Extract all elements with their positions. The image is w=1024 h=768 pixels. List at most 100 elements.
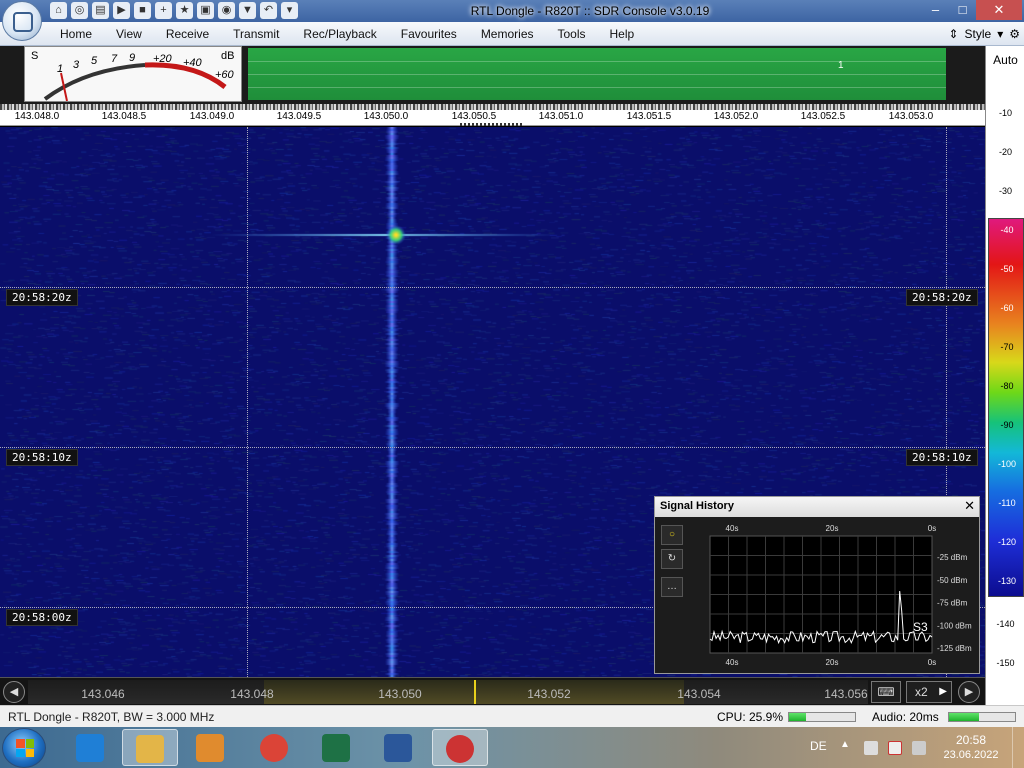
ruler-label: 143.049.5 xyxy=(276,111,322,122)
frequency-ruler[interactable]: 143.048.0 143.048.5 143.049.0 143.049.5 … xyxy=(0,104,985,126)
menu-home[interactable]: Home xyxy=(48,22,104,46)
timestamp-right: 20:58:20z xyxy=(906,289,978,306)
navigator-label: 143.054 xyxy=(677,687,721,701)
scroll-left-button[interactable]: ◀ xyxy=(3,681,25,703)
start-button[interactable] xyxy=(2,728,46,768)
taskbar-word[interactable] xyxy=(370,729,426,766)
signal-history-panel[interactable]: Signal History ✕ ○ ↻ … 40s 40s 20s 20s 0s 0s -… xyxy=(654,496,980,674)
menu-transmit[interactable]: Transmit xyxy=(221,22,291,46)
s-meter-db-label: dB xyxy=(221,50,235,62)
audio-latency-label: Audio: 20ms xyxy=(872,710,939,724)
minimize-button[interactable]: – xyxy=(922,0,949,20)
radio-status: RTL Dongle - R820T, BW = 3.000 MHz xyxy=(8,710,215,724)
scroll-right-button[interactable]: ▶ xyxy=(958,681,980,703)
show-desktop-button[interactable] xyxy=(1012,727,1024,768)
vfo-marker[interactable]: 1 xyxy=(838,60,844,71)
spectrum-display[interactable]: 1 xyxy=(248,48,946,100)
menu-memories[interactable]: Memories xyxy=(469,22,546,46)
device-icon[interactable] xyxy=(864,741,878,755)
dbm-axis-label: -25 dBm xyxy=(937,553,968,562)
navigator-label: 143.046 xyxy=(81,687,125,701)
taskbar-media-player[interactable] xyxy=(182,729,238,766)
s-meter-scale-label: 1 xyxy=(57,63,64,75)
time-axis-label-top: 20s xyxy=(826,524,839,533)
ruler-label: 143.052.5 xyxy=(800,111,846,122)
zoom-dropdown[interactable]: x2 ▶ xyxy=(906,681,952,703)
word-icon xyxy=(384,733,412,762)
show-hidden-icons-icon[interactable]: ▲ xyxy=(840,739,850,750)
db-label: -70 xyxy=(1000,342,1014,352)
zoom-value: x2 xyxy=(915,685,928,699)
menu-tools[interactable]: Tools xyxy=(546,22,598,46)
system-tray: DE ▲ 20:58 23.06.2022 xyxy=(804,727,1024,768)
help-lifebuoy-icon[interactable]: ◎ xyxy=(71,2,88,19)
app-logo-icon xyxy=(13,12,33,32)
camera-icon[interactable]: ◉ xyxy=(218,2,235,19)
close-button[interactable]: ✕ xyxy=(976,0,1022,20)
star-icon[interactable]: ★ xyxy=(176,2,193,19)
quick-access-toolbar: ⌂ ◎ ▤ ▶ ■ + ★ ▣ ◉ ▼ ↶ ▾ xyxy=(50,2,298,19)
menu-receive[interactable]: Receive xyxy=(154,22,221,46)
menu-help[interactable]: Help xyxy=(598,22,647,46)
style-menu[interactable]: ⇕ Style ▾ ⚙ xyxy=(948,22,1020,46)
add-icon[interactable]: + xyxy=(155,2,172,19)
menu-favourites[interactable]: Favourites xyxy=(389,22,469,46)
taskbar-excel[interactable] xyxy=(308,729,364,766)
lock-icon[interactable]: ▣ xyxy=(197,2,214,19)
menu-view[interactable]: View xyxy=(104,22,154,46)
db-label: -30 xyxy=(998,186,1012,196)
application-menu-button[interactable] xyxy=(2,1,42,41)
taskbar-sdr-console[interactable] xyxy=(432,729,488,766)
s-meter-scale-label: +40 xyxy=(183,57,202,69)
db-label: -90 xyxy=(1000,420,1014,430)
auto-button[interactable]: Auto xyxy=(986,50,1024,70)
timestamp-left: 20:58:20z xyxy=(6,289,78,306)
ribbon-minimize-icon[interactable]: ⇕ xyxy=(948,22,958,46)
title-bar: ⌂ ◎ ▤ ▶ ■ + ★ ▣ ◉ ▼ ↶ ▾ RTL Dongle - R820T :: SDR C… xyxy=(0,0,1024,22)
stop-icon[interactable]: ■ xyxy=(134,2,151,19)
s-meter-scale-label: 3 xyxy=(73,59,80,71)
signal-history-titlebar[interactable]: Signal History ✕ xyxy=(655,497,979,517)
db-label: -150 xyxy=(996,658,1015,668)
navigator-track[interactable]: 143.046 143.048 143.050 143.052 143.054 … xyxy=(28,680,868,704)
cpu-usage-label: CPU: 25.9% xyxy=(717,710,784,724)
customize-icon[interactable]: ▾ xyxy=(281,2,298,19)
folder-icon[interactable]: ▤ xyxy=(92,2,109,19)
undo-icon[interactable]: ↶ xyxy=(260,2,277,19)
menu-items: Home View Receive Transmit Rec/Playback … xyxy=(48,22,646,46)
clock-time[interactable]: 20:58 xyxy=(946,733,996,747)
filter-edge-left[interactable] xyxy=(247,127,248,677)
keyboard-button[interactable]: ⌨ xyxy=(871,681,901,703)
s-meter: S dB 1 3 5 7 9 +20 +40 +60 xyxy=(24,46,242,102)
band-navigator: ◀ 143.046 143.048 143.050 143.052 143.05… xyxy=(0,677,985,705)
maximize-button[interactable]: □ xyxy=(949,0,976,20)
s-meter-scale-label: +60 xyxy=(215,69,234,81)
internet-explorer-icon xyxy=(76,733,104,762)
close-icon[interactable]: ✕ xyxy=(964,498,975,514)
gear-icon[interactable]: ⚙ xyxy=(1009,22,1020,46)
tuner-marker[interactable] xyxy=(474,680,476,704)
db-label: -40 xyxy=(1000,225,1014,235)
navigator-label: 143.048 xyxy=(230,687,274,701)
taskbar-chrome[interactable] xyxy=(246,729,302,766)
db-label: -10 xyxy=(998,108,1012,118)
time-axis-label-bottom: 20s xyxy=(826,658,839,667)
waterfall-color-bar[interactable]: -40 -50 -60 -70 -80 -90 -100 -110 -120 -… xyxy=(988,218,1024,597)
clock-date[interactable]: 23.06.2022 xyxy=(940,749,1002,761)
timestamp-left: 20:58:10z xyxy=(6,449,78,466)
ruler-drag-handle[interactable] xyxy=(460,123,522,126)
volume-icon[interactable] xyxy=(912,741,926,755)
home-icon[interactable]: ⌂ xyxy=(50,2,67,19)
menu-rec-playback[interactable]: Rec/Playback xyxy=(291,22,388,46)
ruler-label: 143.053.0 xyxy=(888,111,934,122)
db-label: -80 xyxy=(1000,381,1014,391)
style-label: Style xyxy=(964,27,992,41)
drop-icon[interactable]: ▼ xyxy=(239,2,256,19)
play-icon[interactable]: ▶ xyxy=(113,2,130,19)
language-indicator[interactable]: DE xyxy=(810,739,827,753)
taskbar-internet-explorer[interactable] xyxy=(62,729,118,766)
taskbar-file-explorer[interactable] xyxy=(122,729,178,766)
db-scale-panel: Auto -10 -20 -30 -40 -50 -60 -70 -80 -90… xyxy=(985,46,1024,706)
chevron-right-icon: ▶ xyxy=(939,686,947,697)
network-icon[interactable] xyxy=(888,741,902,755)
